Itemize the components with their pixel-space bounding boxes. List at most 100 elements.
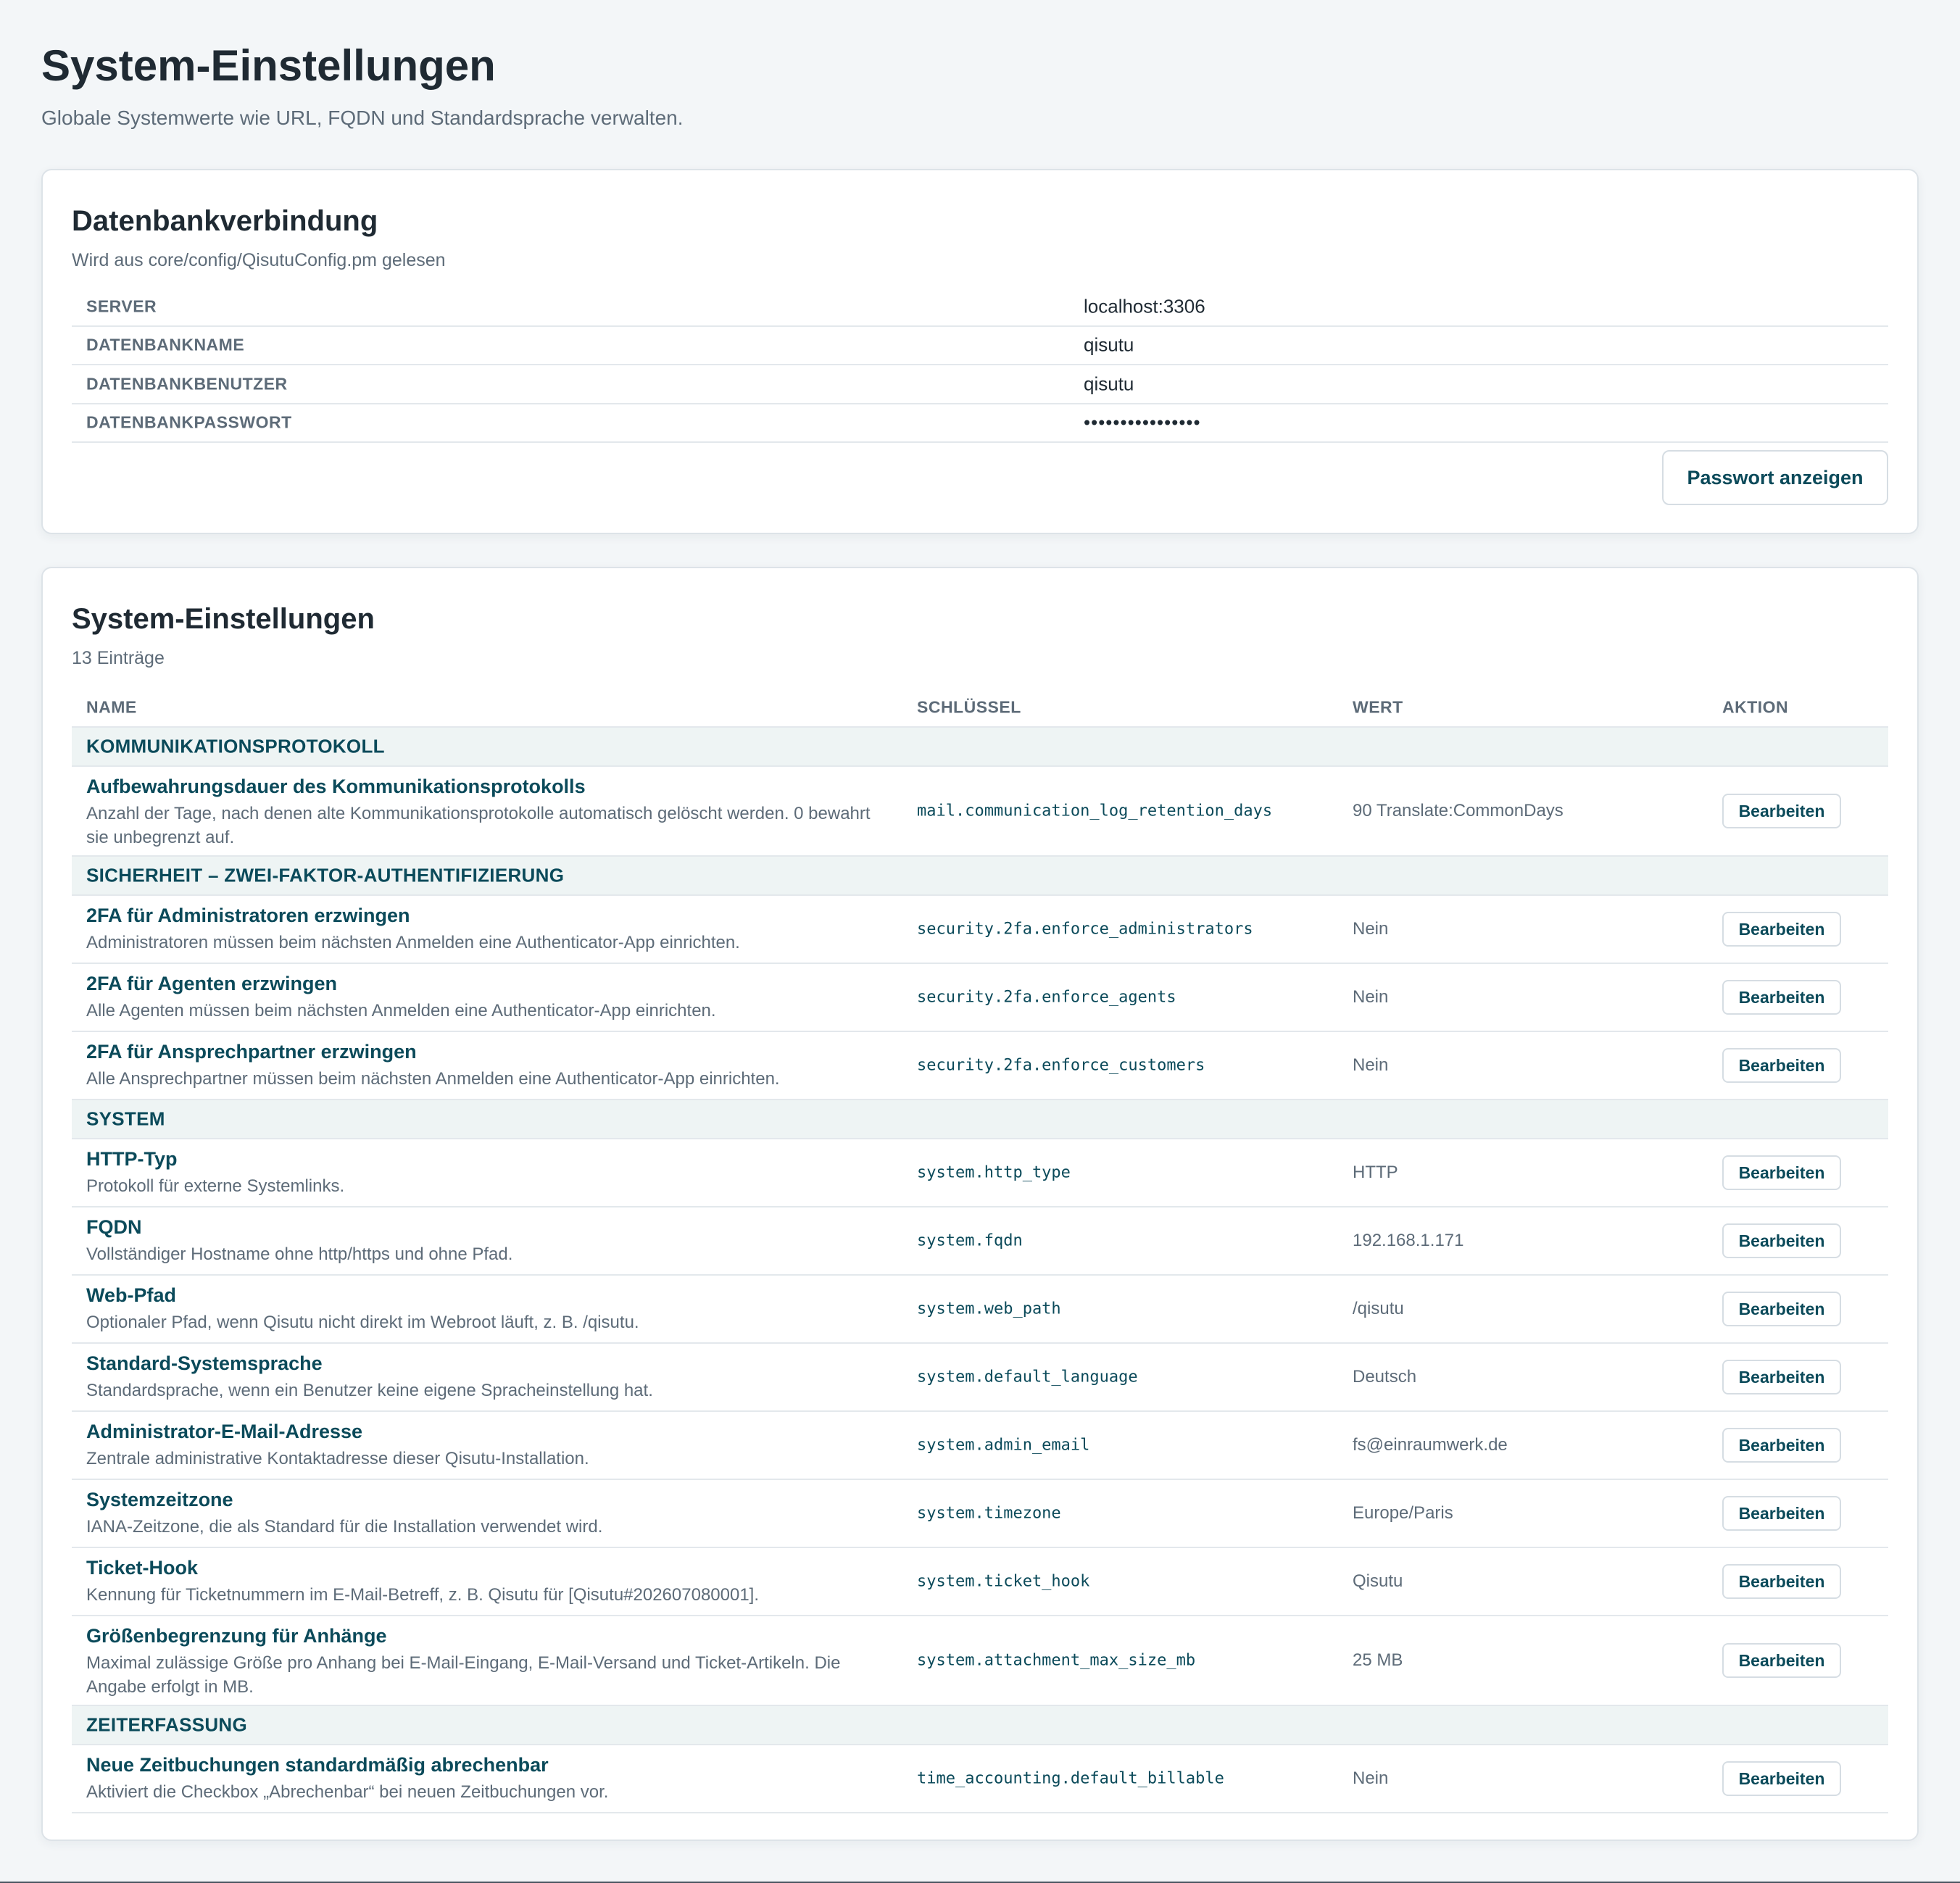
- db-info-table: SERVER localhost:3306 DATENBANKNAME qisu…: [72, 288, 1888, 443]
- edit-button[interactable]: Bearbeiten: [1722, 1155, 1841, 1190]
- db-value: localhost:3306: [1084, 295, 1205, 317]
- setting-key: mail.communication_log_retention_days: [917, 802, 1273, 820]
- db-row-server: SERVER localhost:3306: [72, 288, 1888, 327]
- setting-key: system.fqdn: [917, 1231, 1023, 1250]
- setting-key: security.2fa.enforce_administrators: [917, 920, 1253, 939]
- table-row: Neue Zeitbuchungen standardmäßig abreche…: [72, 1745, 1888, 1813]
- table-row: Systemzeitzone IANA-Zeitzone, die als St…: [72, 1480, 1888, 1548]
- setting-value: /qisutu: [1353, 1299, 1404, 1318]
- setting-key: system.timezone: [917, 1504, 1061, 1523]
- edit-button[interactable]: Bearbeiten: [1722, 912, 1841, 947]
- setting-value: Nein: [1353, 919, 1389, 939]
- db-value: qisutu: [1084, 373, 1134, 395]
- db-label: DATENBANKNAME: [86, 335, 245, 354]
- show-password-button[interactable]: Passwort anzeigen: [1662, 450, 1888, 505]
- edit-button[interactable]: Bearbeiten: [1722, 1048, 1841, 1083]
- setting-description: Maximal zulässige Größe pro Anhang bei E…: [86, 1653, 841, 1697]
- setting-value: Qisutu: [1353, 1571, 1403, 1591]
- db-label: DATENBANKPASSWORT: [86, 412, 292, 432]
- setting-description: Vollständiger Hostname ohne http/https u…: [86, 1244, 513, 1264]
- group-label: ZEITERFASSUNG: [86, 1713, 248, 1736]
- setting-name: FQDN: [86, 1216, 142, 1238]
- setting-description: Protokoll für externe Systemlinks.: [86, 1176, 345, 1196]
- edit-button[interactable]: Bearbeiten: [1722, 1360, 1841, 1394]
- db-value: qisutu: [1084, 333, 1134, 356]
- setting-value: Nein: [1353, 987, 1389, 1007]
- database-connection-card: Datenbankverbindung Wird aus core/config…: [41, 169, 1919, 534]
- column-header-value: WERT: [1353, 697, 1403, 717]
- column-header-name: NAME: [86, 697, 137, 717]
- edit-button[interactable]: Bearbeiten: [1722, 1292, 1841, 1326]
- db-card-title: Datenbankverbindung: [72, 205, 378, 237]
- group-label: KOMMUNIKATIONSPROTOKOLL: [86, 735, 385, 757]
- edit-button[interactable]: Bearbeiten: [1722, 1643, 1841, 1678]
- table-row: Web-Pfad Optionaler Pfad, wenn Qisutu ni…: [72, 1276, 1888, 1344]
- setting-name: Administrator-E-Mail-Adresse: [86, 1421, 363, 1442]
- table-row: Ticket-Hook Kennung für Ticketnummern im…: [72, 1548, 1888, 1616]
- setting-description: Administratoren müssen beim nächsten Anm…: [86, 933, 740, 952]
- table-header-row: NAME SCHLÜSSEL WERT AKTION: [72, 689, 1888, 728]
- setting-key: security.2fa.enforce_customers: [917, 1056, 1205, 1075]
- db-label: SERVER: [86, 296, 157, 316]
- system-settings-card: System-Einstellungen 13 Einträge NAME SC…: [41, 567, 1919, 1841]
- setting-value: HTTP: [1353, 1163, 1398, 1182]
- setting-name: Neue Zeitbuchungen standardmäßig abreche…: [86, 1754, 549, 1776]
- table-row: 2FA für Administratoren erzwingen Admini…: [72, 896, 1888, 964]
- settings-card-title: System-Einstellungen: [72, 603, 375, 635]
- setting-value: fs@einraumwerk.de: [1353, 1435, 1508, 1455]
- db-label: DATENBANKBENUTZER: [86, 374, 288, 394]
- table-row: Standard-Systemsprache Standardsprache, …: [72, 1344, 1888, 1412]
- table-row: Größenbegrenzung für Anhänge Maximal zul…: [72, 1616, 1888, 1706]
- setting-key: system.default_language: [917, 1368, 1138, 1387]
- setting-name: Standard-Systemsprache: [86, 1352, 323, 1374]
- edit-button[interactable]: Bearbeiten: [1722, 794, 1841, 828]
- edit-button[interactable]: Bearbeiten: [1722, 980, 1841, 1015]
- setting-value: Europe/Paris: [1353, 1503, 1453, 1523]
- table-row: Administrator-E-Mail-Adresse Zentrale ad…: [72, 1412, 1888, 1480]
- setting-name: Größenbegrenzung für Anhänge: [86, 1625, 387, 1647]
- setting-key: system.ticket_hook: [917, 1572, 1090, 1591]
- table-row: 2FA für Agenten erzwingen Alle Agenten m…: [72, 964, 1888, 1032]
- edit-button[interactable]: Bearbeiten: [1722, 1564, 1841, 1599]
- db-password-masked: ••••••••••••••••: [1084, 411, 1201, 433]
- edit-button[interactable]: Bearbeiten: [1722, 1761, 1841, 1796]
- setting-description: Alle Agenten müssen beim nächsten Anmeld…: [86, 1001, 716, 1021]
- setting-value: 25 MB: [1353, 1650, 1403, 1670]
- setting-value: 90 Translate:CommonDays: [1353, 801, 1564, 820]
- edit-button[interactable]: Bearbeiten: [1722, 1496, 1841, 1531]
- edit-button[interactable]: Bearbeiten: [1722, 1223, 1841, 1258]
- setting-name: Aufbewahrungsdauer des Kommunikationspro…: [86, 776, 586, 797]
- group-row-kommunikationsprotokoll: KOMMUNIKATIONSPROTOKOLL: [72, 728, 1888, 767]
- setting-name: 2FA für Administratoren erzwingen: [86, 905, 410, 926]
- group-label: SYSTEM: [86, 1107, 165, 1130]
- setting-value: Nein: [1353, 1055, 1389, 1075]
- settings-table: NAME SCHLÜSSEL WERT AKTION KOMMUNIKATION…: [72, 689, 1888, 1813]
- group-row-zeiterfassung: ZEITERFASSUNG: [72, 1706, 1888, 1745]
- setting-description: Kennung für Ticketnummern im E-Mail-Betr…: [86, 1585, 760, 1605]
- group-row-sicherheit-2fa: SICHERHEIT – ZWEI-FAKTOR-AUTHENTIFIZIERU…: [72, 857, 1888, 896]
- setting-description: Standardsprache, wenn ein Benutzer keine…: [86, 1381, 653, 1400]
- setting-key: system.admin_email: [917, 1436, 1090, 1455]
- table-row: Aufbewahrungsdauer des Kommunikationspro…: [72, 767, 1888, 857]
- setting-name: Ticket-Hook: [86, 1557, 199, 1579]
- table-row: 2FA für Ansprechpartner erzwingen Alle A…: [72, 1032, 1888, 1100]
- group-label: SICHERHEIT – ZWEI-FAKTOR-AUTHENTIFIZIERU…: [86, 864, 565, 886]
- edit-button[interactable]: Bearbeiten: [1722, 1428, 1841, 1463]
- page-header: System-Einstellungen Globale Systemwerte…: [41, 40, 1919, 131]
- column-header-key: SCHLÜSSEL: [917, 697, 1021, 717]
- setting-name: 2FA für Agenten erzwingen: [86, 973, 338, 994]
- setting-description: Zentrale administrative Kontaktadresse d…: [86, 1449, 589, 1468]
- db-row-name: DATENBANKNAME qisutu: [72, 327, 1888, 365]
- setting-name: HTTP-Typ: [86, 1148, 178, 1170]
- column-header-action: AKTION: [1722, 697, 1789, 717]
- setting-description: Optionaler Pfad, wenn Qisutu nicht direk…: [86, 1313, 639, 1332]
- setting-name: 2FA für Ansprechpartner erzwingen: [86, 1041, 417, 1063]
- setting-key: system.attachment_max_size_mb: [917, 1651, 1196, 1670]
- setting-value: Deutsch: [1353, 1367, 1417, 1387]
- db-row-password: DATENBANKPASSWORT ••••••••••••••••: [72, 404, 1888, 443]
- table-row: FQDN Vollständiger Hostname ohne http/ht…: [72, 1207, 1888, 1276]
- setting-key: security.2fa.enforce_agents: [917, 988, 1176, 1007]
- setting-description: Alle Ansprechpartner müssen beim nächste…: [86, 1069, 780, 1089]
- setting-value: Nein: [1353, 1768, 1389, 1788]
- table-row: HTTP-Typ Protokoll für externe Systemlin…: [72, 1139, 1888, 1207]
